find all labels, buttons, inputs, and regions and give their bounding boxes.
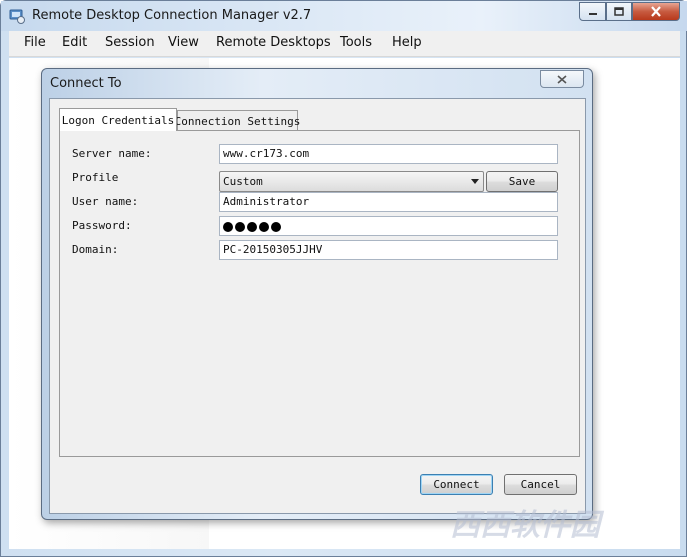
maximize-button[interactable] (606, 2, 632, 21)
cancel-button[interactable]: Cancel (504, 474, 577, 495)
dialog-body: Logon Credentials Connection Settings Se… (49, 98, 586, 514)
connect-button[interactable]: Connect (420, 474, 493, 495)
logon-credentials-panel: Server name: www.cr173.com Profile Custo… (59, 130, 580, 457)
profile-selected-value: Custom (223, 175, 263, 188)
password-label: Password: (72, 219, 132, 232)
dialog-title: Connect To (50, 76, 122, 91)
menu-session[interactable]: Session (105, 35, 155, 50)
title-bar[interactable]: Remote Desktop Connection Manager v2.7 (1, 1, 687, 31)
tab-connection-settings[interactable]: Connection Settings (175, 110, 300, 131)
server-name-input[interactable]: www.cr173.com (219, 144, 558, 164)
password-input[interactable] (219, 216, 558, 236)
dialog-close-button[interactable] (540, 70, 584, 88)
watermark-logo: 西西软件园 (450, 508, 600, 543)
password-mask-dot (259, 222, 269, 232)
profile-dropdown[interactable]: Custom (219, 171, 484, 192)
password-mask-dot (223, 222, 233, 232)
app-icon (9, 9, 25, 24)
maximize-icon (614, 7, 624, 16)
connect-to-dialog: Connect To Logon Credentials Connection … (41, 68, 593, 520)
password-mask-dot (247, 222, 257, 232)
password-mask-dot (271, 222, 281, 232)
close-icon (557, 74, 567, 84)
minimize-button[interactable] (579, 2, 606, 21)
menu-bar: File Edit Session View Remote Desktops T… (9, 31, 680, 57)
menu-file[interactable]: File (24, 35, 46, 50)
domain-input[interactable]: PC-20150305JJHV (219, 240, 558, 260)
menu-remote-desktops[interactable]: Remote Desktops (216, 35, 331, 50)
menu-tools[interactable]: Tools (340, 35, 372, 50)
menu-view[interactable]: View (168, 35, 199, 50)
user-name-input[interactable]: Administrator (219, 192, 558, 212)
window-title: Remote Desktop Connection Manager v2.7 (32, 8, 312, 23)
close-icon (651, 6, 661, 17)
close-button[interactable] (632, 2, 680, 21)
profile-label: Profile (72, 171, 119, 184)
save-button[interactable]: Save (486, 171, 558, 192)
chevron-down-icon (471, 179, 479, 184)
user-name-label: User name: (72, 195, 139, 208)
tab-logon-credentials[interactable]: Logon Credentials (59, 108, 177, 131)
password-mask-dot (235, 222, 245, 232)
menu-edit[interactable]: Edit (62, 35, 87, 50)
domain-label: Domain: (72, 243, 119, 256)
menu-help[interactable]: Help (392, 35, 422, 50)
minimize-icon (588, 12, 597, 15)
server-name-label: Server name: (72, 147, 152, 160)
